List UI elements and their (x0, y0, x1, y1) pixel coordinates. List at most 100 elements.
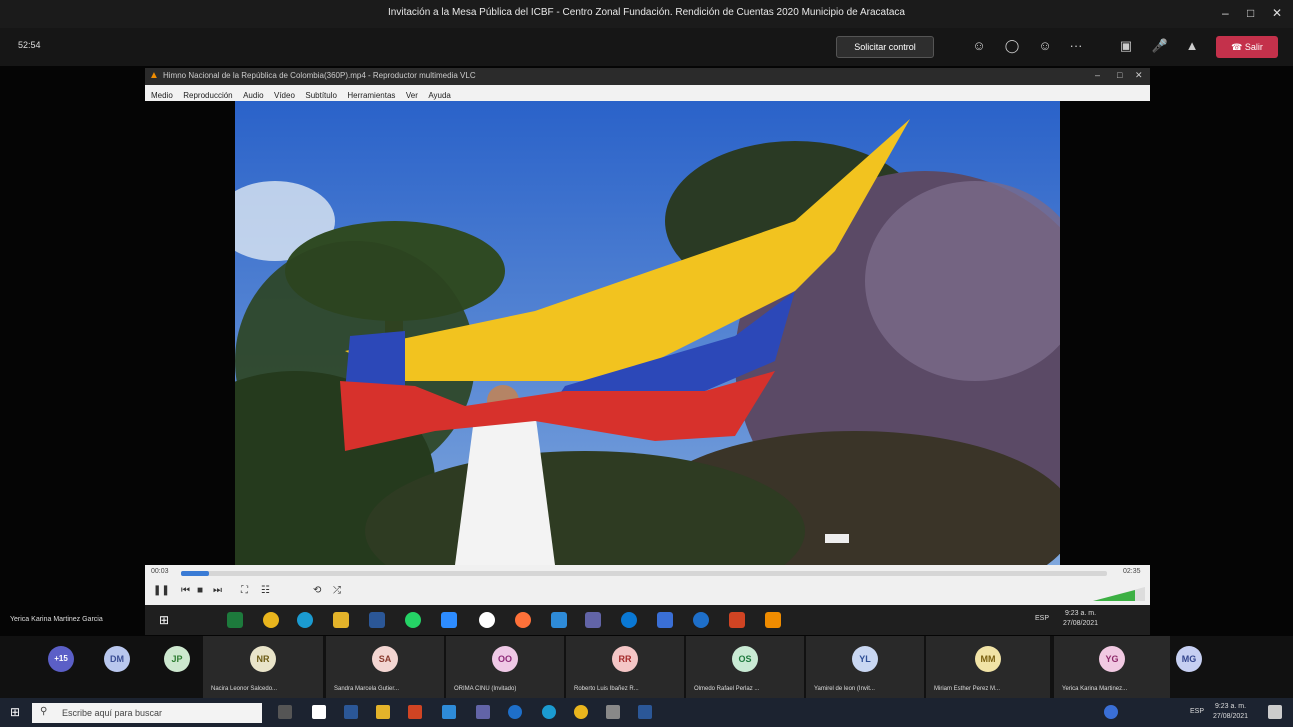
fullscreen-button[interactable]: ⛶ (241, 585, 248, 596)
search-input[interactable]: ⚲ Escribe aquí para buscar (32, 703, 262, 723)
vlc-title: Himno Nacional de la República de Colomb… (163, 71, 476, 80)
next-button[interactable]: ⏭ (213, 585, 222, 596)
vlc-maximize-icon[interactable]: □ (1117, 70, 1122, 80)
word-icon[interactable] (344, 705, 358, 719)
total-time: 02:35 (1123, 568, 1141, 575)
participant-name: Nacira Leonor Salcedo... (211, 686, 278, 692)
shuffle-button[interactable]: ⤮ (333, 585, 341, 596)
windows-start-icon[interactable]: ⊞ (159, 613, 169, 627)
notepad-icon[interactable] (657, 612, 673, 628)
edge-icon[interactable] (542, 705, 556, 719)
app-icon[interactable] (312, 705, 326, 719)
meeting-timer: 52:54 (18, 40, 41, 50)
app-icon[interactable] (479, 612, 495, 628)
participant-avatar[interactable]: YL (852, 646, 878, 672)
firefox-icon[interactable] (515, 612, 531, 628)
participant-avatar[interactable]: YG (1099, 646, 1125, 672)
menu-item-ver[interactable]: Ver (406, 91, 418, 100)
loop-button[interactable]: ⟲ (313, 585, 321, 596)
teams-icon[interactable] (585, 612, 601, 628)
menu-item-reproduccion[interactable]: Reproducción (183, 91, 232, 100)
participant-strip: +15 DM JP Nacira Leonor Salcedo... NR Sandra… (0, 636, 1293, 698)
participant-avatar[interactable]: OS (732, 646, 758, 672)
chrome-icon[interactable] (263, 612, 279, 628)
participant-avatar[interactable]: RR (612, 646, 638, 672)
edge-icon[interactable] (297, 612, 313, 628)
task-view-icon[interactable] (278, 705, 292, 719)
camera-icon[interactable]: ▣ (1117, 38, 1135, 54)
menu-item-audio[interactable]: Audio (243, 91, 263, 100)
stop-button[interactable]: ■ (197, 585, 203, 596)
participant-avatar[interactable]: OO (492, 646, 518, 672)
host-clock-date: 27/08/2021 (1213, 713, 1249, 720)
meeting-toolbar: 52:54 Solicitar control ☺ ◯ ☺ ··· ▣ 🎤 ▲ … (0, 28, 1293, 66)
menu-item-subtitulo[interactable]: Subtítulo (305, 91, 337, 100)
notifications-icon[interactable] (1268, 705, 1282, 719)
participant-name: ORIMA CINU (Invitado) (454, 686, 517, 692)
volume-slider[interactable] (1093, 587, 1145, 601)
vlc-menu-bar: Medio Reproducción Audio Vídeo Subtítulo… (145, 85, 1150, 101)
more-options-button[interactable]: ··· (1067, 38, 1085, 53)
mic-muted-icon[interactable]: 🎤 (1151, 38, 1169, 54)
zoom-icon[interactable] (441, 612, 457, 628)
people-icon[interactable]: ☺ (970, 38, 988, 53)
participant-avatar[interactable]: JP (164, 646, 190, 672)
app-icon[interactable] (638, 705, 652, 719)
participant-avatar[interactable]: MM (975, 646, 1001, 672)
tray-icon[interactable] (1104, 705, 1118, 719)
app-icon[interactable] (606, 705, 620, 719)
host-clock: 9:23 a. m. 27/08/2021 (1213, 702, 1248, 722)
playlist-button[interactable]: ☷ (261, 585, 270, 596)
teams-icon[interactable] (476, 705, 490, 719)
powerpoint-icon[interactable] (729, 612, 745, 628)
pause-button[interactable]: ❚❚ (153, 585, 170, 596)
menu-item-medio[interactable]: Medio (151, 91, 173, 100)
vlc-cone-icon: ▲ (149, 70, 159, 81)
leave-button[interactable]: ☎ Salir (1216, 36, 1278, 58)
previous-button[interactable]: ⏮ (181, 585, 190, 596)
leave-label: Salir (1244, 42, 1263, 52)
office-icon[interactable] (408, 705, 422, 719)
chat-icon[interactable]: ◯ (1003, 38, 1021, 54)
participant-avatar[interactable]: DM (104, 646, 130, 672)
windows-start-icon[interactable]: ⊞ (10, 705, 20, 719)
whatsapp-icon[interactable] (405, 612, 421, 628)
participant-name: Yamirel de leon (Invit... (814, 686, 875, 692)
overflow-participants[interactable]: +15 (48, 646, 74, 672)
menu-item-herramientas[interactable]: Herramientas (347, 91, 395, 100)
ie-icon[interactable] (693, 612, 709, 628)
menu-item-video[interactable]: Vídeo (274, 91, 295, 100)
minimize-button[interactable]: – (1222, 6, 1229, 20)
file-explorer-icon[interactable] (333, 612, 349, 628)
vlc-minimize-icon[interactable]: – (1095, 70, 1100, 80)
video-frame[interactable] (235, 101, 1060, 565)
seek-bar[interactable] (181, 571, 1107, 576)
ie-icon[interactable] (508, 705, 522, 719)
menu-item-ayuda[interactable]: Ayuda (428, 91, 451, 100)
skype-icon[interactable] (621, 612, 637, 628)
search-placeholder: Escribe aquí para buscar (62, 708, 163, 718)
chrome-icon[interactable] (574, 705, 588, 719)
participant-avatar[interactable]: SA (372, 646, 398, 672)
participant-avatar[interactable]: NR (250, 646, 276, 672)
store-icon[interactable] (551, 612, 567, 628)
meeting-title: Invitación a la Mesa Pública del ICBF - … (388, 7, 905, 18)
share-icon[interactable]: ▲ (1183, 38, 1201, 53)
participant-avatar[interactable]: MG (1176, 646, 1202, 672)
close-button[interactable]: ✕ (1272, 6, 1282, 20)
word-icon[interactable] (369, 612, 385, 628)
participant-name: Yerica Karina Martinez... (1062, 686, 1128, 692)
vlc-title-bar: ▲ Himno Nacional de la República de Colo… (145, 68, 1150, 85)
presenter-clock: 9:23 a. m. 27/08/2021 (1063, 609, 1098, 629)
reactions-icon[interactable]: ☺ (1036, 38, 1054, 53)
vlc-icon[interactable] (765, 612, 781, 628)
file-explorer-icon[interactable] (376, 705, 390, 719)
vlc-close-icon[interactable]: ✕ (1135, 70, 1143, 81)
outlook-icon[interactable] (442, 705, 456, 719)
host-taskbar: ⊞ ⚲ Escribe aquí para buscar ESP 9:23 a.… (0, 698, 1293, 727)
presenter-clock-date: 27/08/2021 (1063, 620, 1099, 627)
maximize-button[interactable]: □ (1247, 6, 1254, 20)
excel-icon[interactable] (227, 612, 243, 628)
request-control-button[interactable]: Solicitar control (836, 36, 934, 58)
participant-name: Miriam Esther Perez M... (934, 686, 1001, 692)
